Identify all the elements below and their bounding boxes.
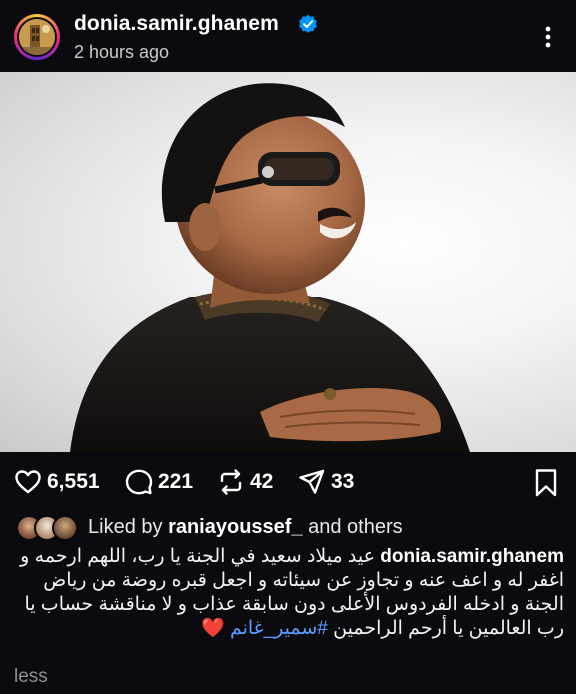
liked-by-text: Liked by raniayoussef_ and others	[88, 515, 403, 538]
more-vertical-icon[interactable]	[538, 24, 558, 50]
bookmark-icon[interactable]	[532, 468, 560, 498]
post-header: donia.samir.ghanem 2 hours ago	[0, 0, 576, 72]
avatar	[52, 515, 78, 541]
like-count: 6,551	[47, 470, 100, 493]
liker-avatars	[16, 514, 78, 541]
comment-count: 221	[158, 470, 194, 493]
liked-by-row[interactable]: Liked by raniayoussef_ and others	[16, 512, 403, 542]
comment-bubble-icon	[125, 469, 153, 495]
caption-username[interactable]: donia.samir.ghanem	[380, 546, 564, 567]
verified-badge-icon	[299, 14, 317, 33]
paper-plane-icon	[299, 469, 325, 494]
repost-icon	[220, 469, 242, 495]
liked-by-user[interactable]: raniayoussef_	[168, 516, 303, 538]
heart-emoji-icon: ❤️	[200, 618, 225, 639]
profile-avatar	[19, 19, 55, 55]
post-actions-bar: 6,551 221 42 33	[0, 462, 576, 502]
post-username[interactable]: donia.samir.ghanem	[74, 12, 279, 36]
story-avatar-ring[interactable]	[14, 14, 60, 60]
show-less-link[interactable]: less	[14, 666, 48, 688]
post-caption: donia.samir.ghanem عيد ميلاد سعيد في الج…	[12, 545, 564, 641]
heart-icon	[15, 470, 41, 494]
repost-button[interactable]: 42	[217, 462, 273, 502]
post-timestamp: 2 hours ago	[74, 42, 170, 62]
portrait-illustration	[70, 83, 470, 452]
share-button[interactable]: 33	[298, 462, 354, 502]
comment-button[interactable]: 221	[125, 462, 193, 502]
like-button[interactable]: 6,551	[14, 462, 100, 502]
repost-count: 42	[250, 470, 274, 493]
share-count: 33	[331, 470, 355, 493]
caption-hashtag[interactable]: #سمير_غانم	[230, 618, 328, 639]
post-photo[interactable]	[0, 72, 576, 452]
avatar-picture-icon	[19, 19, 55, 55]
